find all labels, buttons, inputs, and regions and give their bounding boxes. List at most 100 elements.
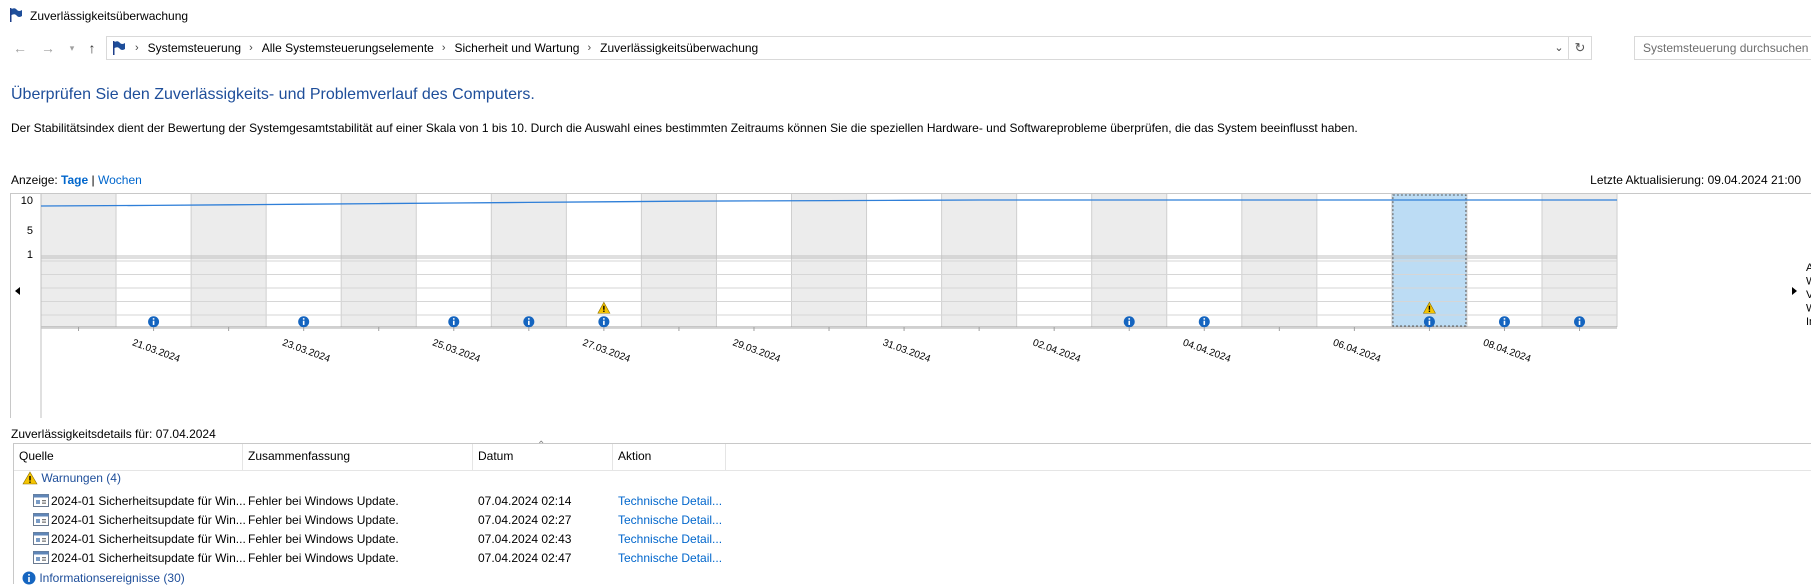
view-weeks-link[interactable]: Wochen [98,173,142,187]
update-package-icon [33,513,49,526]
row-date: 07.04.2024 02:47 [478,551,572,565]
breadcrumb-separator-icon: › [249,42,253,54]
update-package-icon [33,551,49,564]
info-icon [298,316,310,328]
event-row-label: V [1806,289,1811,301]
breadcrumb-sicherheit-wartung[interactable]: Sicherheit und Wartung [455,41,580,55]
info-icon [448,316,460,328]
breadcrumb-zuverlaessigkeit[interactable]: Zuverlässigkeitsüberwachung [600,41,758,55]
row-source: 2024-01 Sicherheitsupdate für Win... [51,513,246,527]
forward-arrow-icon[interactable]: → [38,38,58,58]
x-tick-label: 27.03.2024 [581,337,632,365]
warning-icon-dot [603,310,605,312]
warning-icon-bang [1428,305,1431,310]
warnings-group-header[interactable]: Warnungen (4) [22,471,121,485]
view-days-link[interactable]: Tage [61,173,88,187]
row-date: 07.04.2024 02:14 [478,494,572,508]
event-row-label: W [1806,303,1811,315]
x-tick-label: 02.04.2024 [1031,337,1082,365]
info-icon-bar [452,320,455,325]
event-row-label: W [1806,276,1811,288]
column-header-action[interactable]: Aktion [618,449,651,463]
scroll-left-icon[interactable] [15,287,20,295]
table-row[interactable]: 2024-01 Sicherheitsupdate für Win... Feh… [14,530,1811,549]
reliability-chart-svg[interactable]: 10 5 1 21.03.2024 23.03.2024 25.03.2024 27.03.… [11,194,1811,418]
x-tick-label: 25.03.2024 [431,337,482,365]
column-header-date[interactable]: Datum [478,449,513,463]
row-source: 2024-01 Sicherheitsupdate für Win... [51,551,246,565]
sort-indicator-icon: ⌃ [537,440,546,451]
update-package-icon [33,532,49,545]
info-icon-bar [302,320,305,325]
event-row-label: In [1806,316,1811,328]
info-icon-dot [1203,318,1206,320]
table-header: ⌃ Quelle Zusammenfassung Datum Aktion [14,440,1811,471]
x-tick-label: 04.04.2024 [1181,337,1232,365]
address-dropdown-icon[interactable]: ⌄ [1551,39,1567,57]
row-date: 07.04.2024 02:27 [478,513,572,527]
info-icon-dot [302,318,305,320]
warning-icon-bang [603,305,605,310]
column-divider[interactable] [612,444,613,470]
column-header-source[interactable]: Quelle [19,449,54,463]
technical-details-link[interactable]: Technische Detail... [618,494,722,508]
breadcrumb-separator-icon: › [441,42,446,54]
table-row[interactable]: 2024-01 Sicherheitsupdate für Win... Feh… [14,511,1811,530]
row-date: 07.04.2024 02:43 [478,532,572,546]
page-title: Überprüfen Sie den Zuverlässigkeits- und… [11,86,535,103]
info-icon-bar [1578,320,1581,325]
details-label: Zuverlässigkeitsdetails für: 07.04.2024 [11,427,216,441]
technical-details-link[interactable]: Technische Detail... [618,513,722,527]
search-placeholder: Systemsteuerung durchsuchen [1643,41,1809,55]
update-package-icon [33,494,49,507]
event-row-label: A [1806,262,1811,274]
row-summary: Fehler bei Windows Update. [248,494,399,508]
info-icon [598,316,610,328]
breadcrumb-separator-icon: › [135,42,139,54]
info-icon-dot [452,318,455,320]
info-icon-bar [1428,320,1431,325]
view-label: Anzeige: [11,173,58,187]
column-divider[interactable] [472,444,473,470]
breadcrumb-separator-icon: › [587,42,592,54]
column-divider[interactable] [725,444,726,470]
info-icon-bar [603,320,605,325]
address-bar[interactable]: › Systemsteuerung › Alle Systemsteuerung… [106,36,1592,60]
warning-icon-dot [1428,310,1431,312]
navigation-bar: ← → ▾ ↑ › Systemsteuerung › Alle Systems… [0,32,1811,64]
last-update-text: Letzte Aktualisierung: 09.04.2024 21:00 [1590,173,1801,187]
technical-details-link[interactable]: Technische Detail... [618,532,722,546]
view-selector: Anzeige: Tage | Wochen [11,173,142,187]
page-description: Der Stabilitätsindex dient der Bewertung… [11,121,1358,135]
refresh-icon[interactable]: ↻ [1568,37,1591,59]
info-icon [1574,316,1586,328]
info-icon-bar [1128,320,1131,325]
breadcrumb-alle-elemente[interactable]: Alle Systemsteuerungselemente [262,41,434,55]
title-bar: Zuverlässigkeitsüberwachung [0,0,1811,32]
breadcrumb-systemsteuerung[interactable]: Systemsteuerung [148,41,241,55]
back-arrow-icon[interactable]: ← [10,38,30,58]
scroll-right-icon[interactable] [1792,287,1797,295]
table-row[interactable]: 2024-01 Sicherheitsupdate für Win... Feh… [14,492,1811,511]
info-icon-dot [603,318,605,320]
column-divider[interactable] [242,444,243,470]
reliability-chart[interactable]: 10 5 1 21.03.2024 23.03.2024 25.03.2024 27.03.… [10,193,1811,418]
x-tick-label: 08.04.2024 [1481,337,1532,365]
info-icon [1423,316,1435,328]
technical-details-link[interactable]: Technische Detail... [618,551,722,565]
flag-icon [10,8,22,22]
info-icon-dot [1503,318,1506,320]
x-tick-label: 23.03.2024 [281,337,332,365]
details-table: ⌃ Quelle Zusammenfassung Datum Aktion Wa… [13,440,1811,585]
column-header-summary[interactable]: Zusammenfassung [248,449,350,463]
up-arrow-icon[interactable]: ↑ [82,38,102,58]
table-row[interactable]: 2024-01 Sicherheitsupdate für Win... Feh… [14,549,1811,568]
recent-locations-chevron-icon[interactable]: ▾ [62,38,82,58]
x-tick-label: 06.04.2024 [1331,337,1382,365]
x-tick-label: 31.03.2024 [881,337,932,365]
x-tick-label: 21.03.2024 [131,337,182,365]
warnings-group-label: Warnungen (4) [41,471,121,485]
info-icon-dot [1428,318,1431,320]
search-input[interactable]: Systemsteuerung durchsuchen [1634,36,1811,60]
row-summary: Fehler bei Windows Update. [248,513,399,527]
